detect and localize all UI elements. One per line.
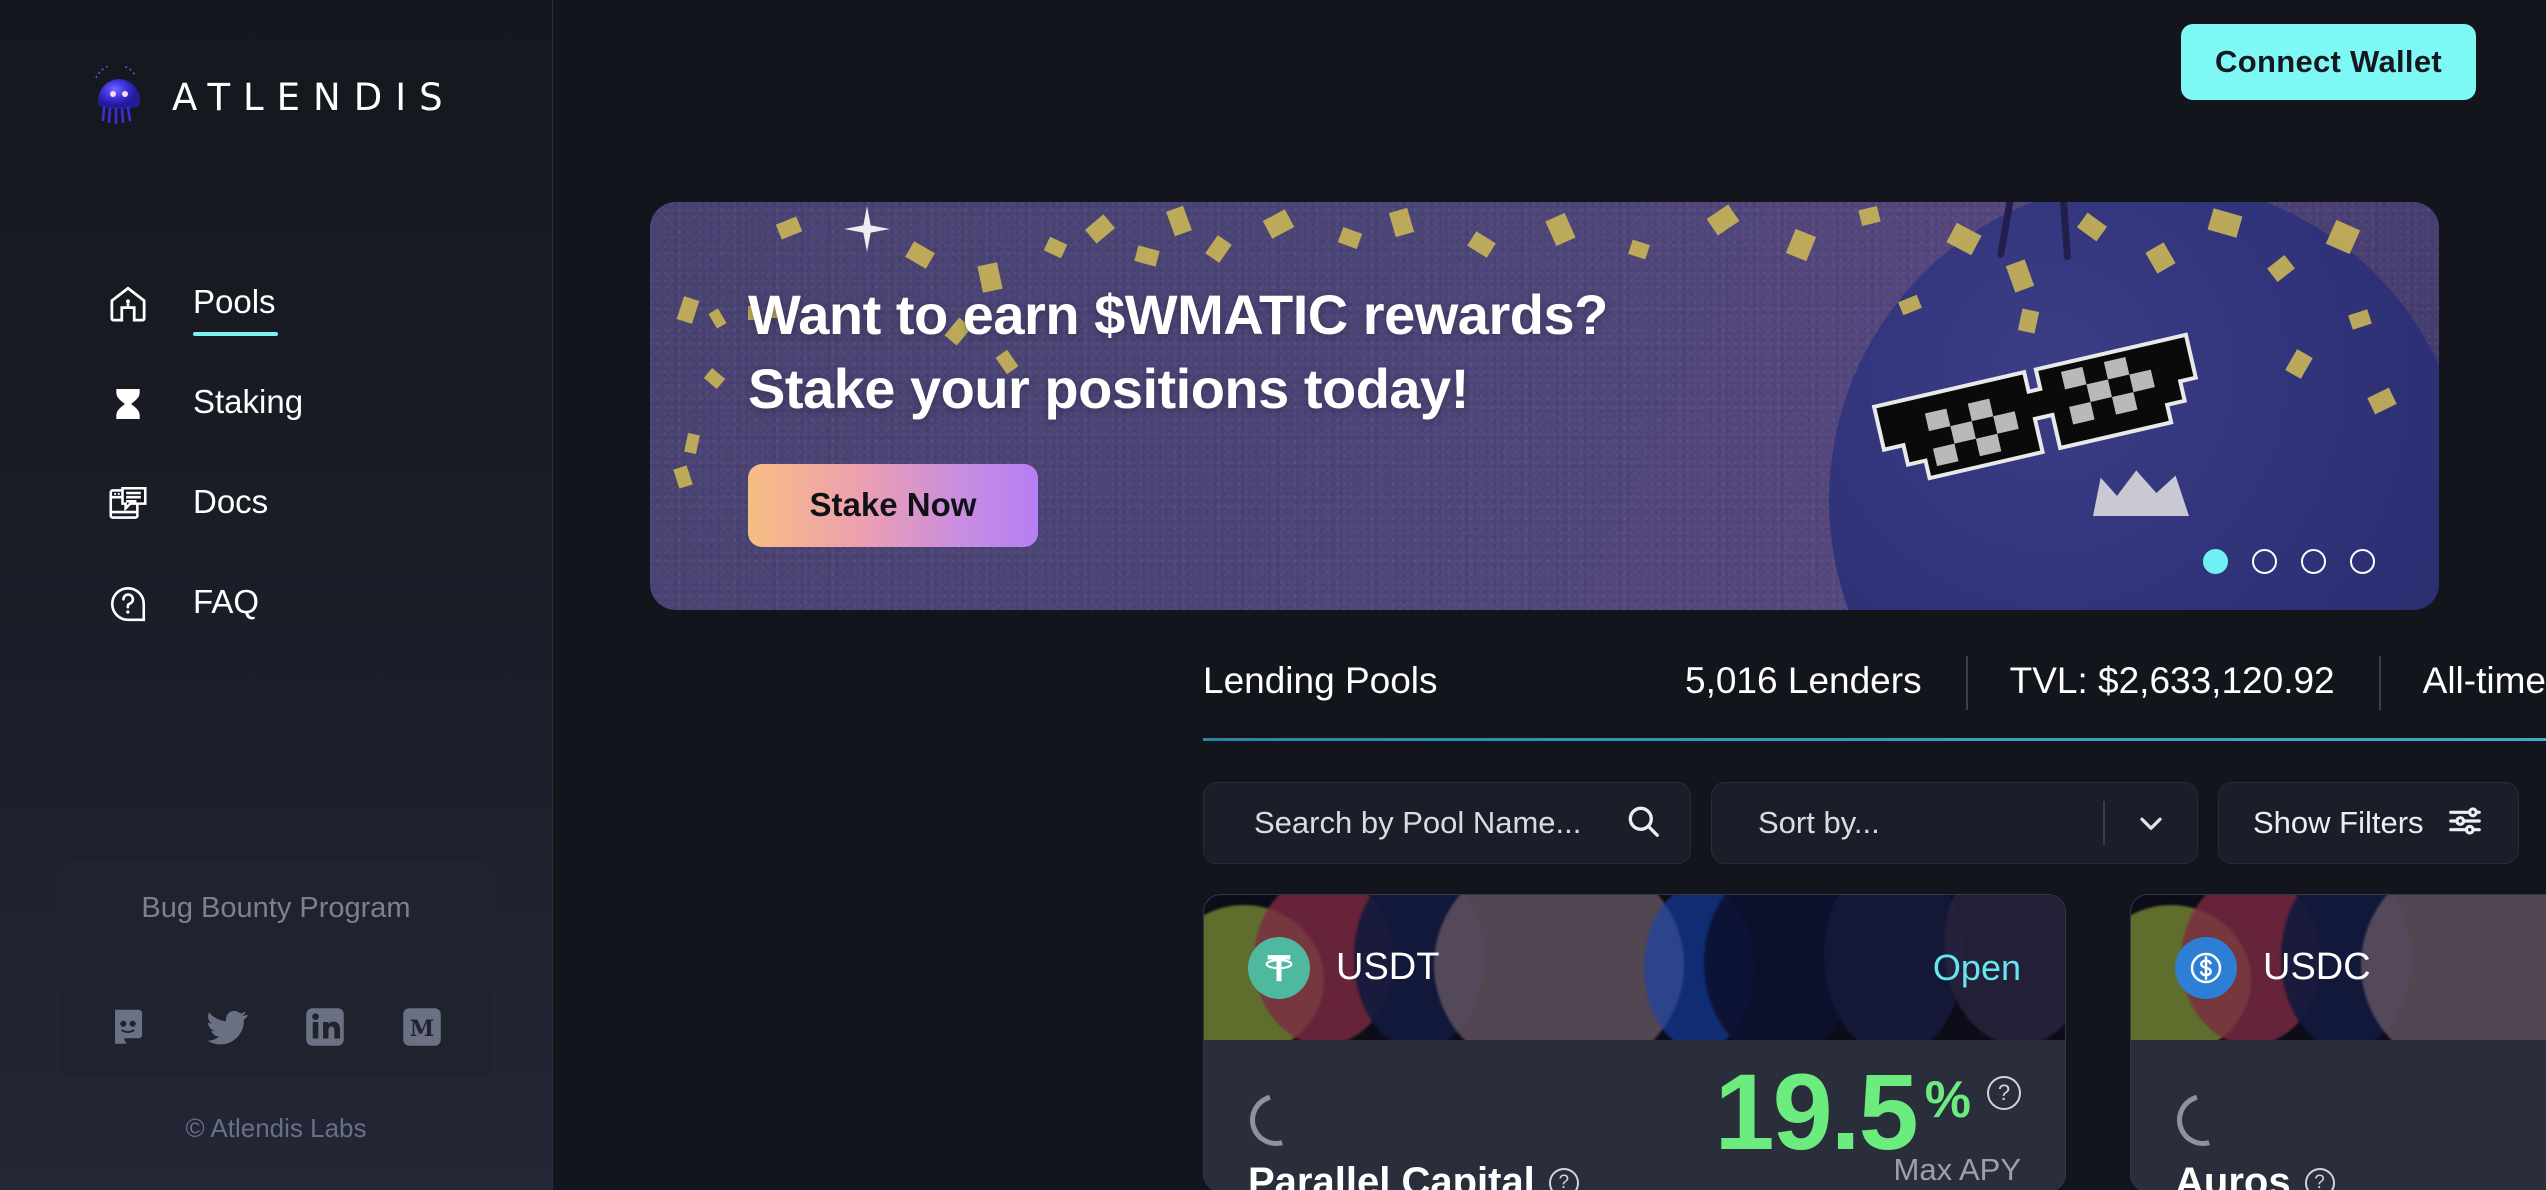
loading-spinner-icon: [2167, 1084, 2239, 1156]
pool-card-body: 19.5 % ? Max APY Parallel Capital ?: [1204, 1040, 2065, 1190]
sidebar-item-docs[interactable]: Docs: [0, 454, 552, 554]
pool-status-open[interactable]: Open: [1933, 947, 2021, 989]
sidebar: ATLENDIS Pools Staking Docs FAQ Bug Boun…: [0, 0, 553, 1190]
social-links: M: [58, 974, 494, 1079]
sidebar-item-staking[interactable]: Staking: [0, 354, 552, 454]
apy-help-icon[interactable]: ?: [1987, 1076, 2021, 1110]
app-root: ATLENDIS Pools Staking Docs FAQ Bug Boun…: [0, 0, 2546, 1190]
usdt-token-icon: [1248, 936, 1310, 999]
sidebar-item-pools[interactable]: Pools: [0, 254, 552, 354]
pool-apy-label: Max APY: [1893, 1152, 2022, 1187]
stat-tvl: TVL: $2,633,120.92: [1965, 656, 2379, 710]
sort-dropdown[interactable]: Sort by...: [1711, 782, 2198, 864]
sidebar-item-label: Pools: [193, 285, 278, 336]
pool-name-row: Auros ?: [2175, 1160, 2335, 1190]
pool-apy: 19.5 % ?: [1714, 1051, 2021, 1172]
sparkle-icon: [844, 206, 890, 252]
hourglass-icon: [105, 381, 151, 427]
sort-selected-value: Sort by...: [1758, 805, 1880, 840]
docs-icon: [105, 481, 151, 527]
usdc-token-icon: [2175, 936, 2237, 999]
carousel-dot-2[interactable]: [2252, 549, 2277, 574]
carousel-dot-3[interactable]: [2301, 549, 2326, 574]
bug-bounty-label: Bug Bounty Program: [141, 891, 411, 924]
main-content: Connect Wallet Want to earn $WMATIC rewa…: [553, 0, 2546, 1190]
loading-spinner-icon: [1240, 1084, 1312, 1156]
pool-help-icon[interactable]: ?: [2304, 1167, 2335, 1190]
connect-wallet-button[interactable]: Connect Wallet: [2181, 24, 2476, 100]
twitter-icon[interactable]: [203, 1003, 251, 1051]
question-icon: [105, 581, 151, 627]
pool-card-header: USDT Open: [1204, 895, 2065, 1040]
stat-lenders: 5,016 Lenders: [1685, 660, 1922, 701]
pool-help-icon[interactable]: ?: [1548, 1167, 1579, 1190]
carousel-dots: [2203, 549, 2375, 574]
banner-headline-line-2: Stake your positions today!: [748, 356, 1469, 420]
pool-apy-unit: %: [1924, 1071, 1971, 1129]
page-title: Lending Pools: [1203, 660, 1438, 701]
pool-token-symbol: USDC: [2263, 946, 2371, 988]
pool-name: Parallel Capital: [1248, 1160, 1535, 1190]
pool-card-header: USDC Open: [2131, 895, 2546, 1040]
carousel-dot-4[interactable]: [2350, 549, 2375, 574]
sidebar-item-faq[interactable]: FAQ: [0, 554, 552, 654]
sidebar-nav: Pools Staking Docs FAQ: [0, 254, 552, 654]
discord-icon[interactable]: [106, 1003, 154, 1051]
pool-card[interactable]: USDT Open 19.5 % ? Max APY Parallel Capi…: [1203, 894, 2066, 1190]
lending-pools-stats: Lending Pools 5,016 Lenders TVL: $2,633,…: [1203, 656, 2546, 741]
search-input[interactable]: [1254, 805, 1614, 841]
copyright-text: © Atlendis Labs: [185, 1113, 367, 1143]
search-field[interactable]: [1203, 782, 1691, 864]
sidebar-item-label: Staking: [193, 382, 304, 420]
medium-icon[interactable]: M: [398, 1003, 446, 1051]
carousel-dot-1[interactable]: [2203, 549, 2228, 574]
linkedin-icon[interactable]: [301, 1003, 349, 1051]
brand-name: ATLENDIS: [172, 75, 456, 119]
pool-card-body: 19.5 % ? Max APY Auros ?: [2131, 1040, 2546, 1190]
search-icon[interactable]: [1624, 802, 1662, 845]
pool-token-symbol: USDT: [1336, 946, 1440, 988]
pool-name-row: Parallel Capital ?: [1248, 1160, 1579, 1190]
stats-divider: [1203, 738, 2546, 741]
svg-text:M: M: [410, 1015, 434, 1041]
pool-card-list: USDT Open 19.5 % ? Max APY Parallel Capi…: [1203, 894, 2546, 1190]
sidebar-item-label: Docs: [193, 482, 269, 520]
banner-headline-line-1: Want to earn $WMATIC rewards?: [748, 283, 1608, 346]
sidebar-item-label: FAQ: [193, 582, 260, 620]
show-filters-label: Show Filters: [2253, 805, 2424, 840]
jellyfish-logo-icon: [88, 63, 150, 128]
pool-name: Auros: [2175, 1160, 2291, 1190]
chevron-down-icon[interactable]: [2105, 805, 2197, 841]
bug-bounty-button[interactable]: Bug Bounty Program: [58, 862, 494, 954]
stake-now-button[interactable]: Stake Now: [748, 463, 1038, 547]
sidebar-footer: Bug Bounty Program M © Atlendis Labs: [0, 862, 552, 1190]
show-filters-button[interactable]: Show Filters: [2218, 782, 2519, 864]
pools-toolbar: Sort by... Show Filters: [1203, 782, 2519, 864]
brand-logo[interactable]: ATLENDIS: [0, 0, 552, 128]
pool-card[interactable]: USDC Open 19.5 % ? Max APY Auros ?: [2130, 894, 2546, 1190]
home-icon: [105, 281, 151, 327]
pool-apy-value: 19.5: [1714, 1051, 1919, 1172]
sliders-icon: [2446, 802, 2484, 845]
stat-all-time-borrowed: All-time Borrowed: $4,616,388.94: [2378, 656, 2546, 710]
promo-banner[interactable]: Want to earn $WMATIC rewards? Stake your…: [650, 202, 2439, 610]
banner-copy: Want to earn $WMATIC rewards? Stake your…: [748, 278, 1608, 547]
